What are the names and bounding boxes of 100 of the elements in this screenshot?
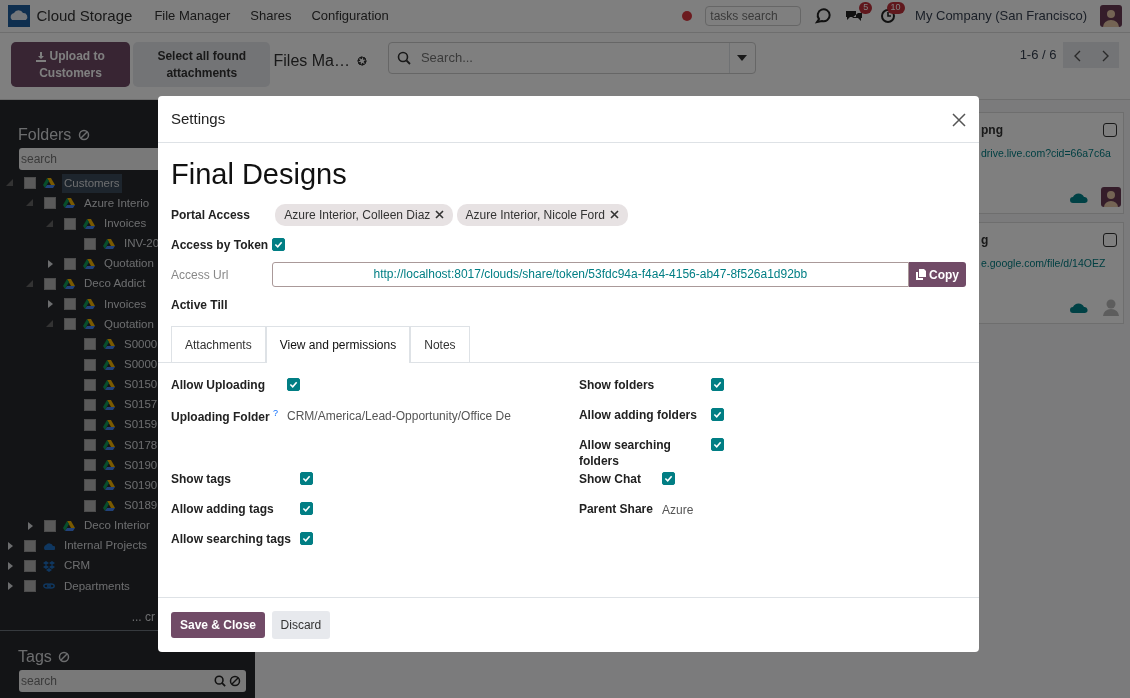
checkbox[interactable] [24, 580, 36, 593]
checkbox[interactable] [84, 378, 96, 391]
checkbox[interactable] [300, 471, 314, 485]
folder-item[interactable]: CRM [62, 556, 93, 576]
caret-icon [737, 55, 748, 61]
app-logo[interactable] [8, 5, 30, 27]
folder-item[interactable]: S0189 [122, 495, 160, 516]
checkbox[interactable] [84, 237, 96, 250]
checkbox[interactable] [710, 378, 724, 392]
field-label: Access by Token [171, 236, 270, 254]
tab[interactable]: Attachments [171, 326, 266, 364]
folder-item[interactable]: S0000 [122, 334, 160, 355]
chat-icon[interactable] [814, 7, 833, 25]
checkbox[interactable] [84, 419, 96, 431]
folder-item[interactable]: Invoices [102, 294, 149, 314]
remove-icon[interactable] [435, 210, 445, 220]
field-value: CRM/America/Lead-Opportunity/Office De [287, 409, 511, 424]
checkbox[interactable] [1103, 123, 1117, 137]
menu-item[interactable]: File Manager [144, 6, 241, 26]
checkbox[interactable] [272, 238, 285, 252]
folder-item[interactable]: INV-20 [122, 234, 162, 254]
folder-item[interactable]: Quotation [102, 254, 156, 274]
url-field[interactable]: http://localhost:8017/clouds/share/token/53fdc94a-f4a4-4156-ab47-8f526a1d92bb [272, 262, 909, 288]
pager-value: 1-6 / 6 [1019, 46, 1057, 65]
remove-icon[interactable] [609, 210, 619, 220]
checkbox[interactable] [300, 531, 314, 545]
field-label: Uploading Folder [171, 410, 270, 425]
next-button[interactable] [1091, 42, 1119, 68]
folder-item[interactable]: S0159 [122, 415, 160, 435]
folder-item[interactable]: Deco Addict [82, 274, 148, 294]
checkbox[interactable] [24, 560, 36, 572]
discard-button[interactable]: Discard [271, 611, 331, 639]
checkbox[interactable] [24, 177, 36, 190]
checkbox[interactable] [84, 499, 96, 512]
file-url[interactable]: drive.live.com?cid=66a7c6a [981, 145, 1121, 162]
copy-button[interactable]: Copy [908, 262, 966, 288]
prev-button[interactable] [1063, 42, 1091, 68]
checkbox[interactable] [287, 378, 301, 392]
search-input[interactable]: search [21, 672, 214, 691]
show-more-link[interactable]: ... cr [131, 610, 155, 625]
checkbox[interactable] [84, 398, 96, 411]
tab[interactable]: Notes [410, 326, 470, 364]
menu-item[interactable]: Configuration [301, 6, 399, 26]
clear-icon[interactable] [229, 675, 241, 688]
user-avatar[interactable] [1100, 5, 1122, 27]
folder-item[interactable]: Azure Interio [82, 193, 152, 214]
tasks-search-field[interactable]: tasks search [705, 6, 802, 26]
folder-item[interactable]: S0190 [122, 455, 160, 475]
checkbox[interactable] [1103, 233, 1117, 247]
folder-item[interactable]: S0190 [122, 475, 160, 496]
search-field[interactable]: Search... [387, 42, 756, 74]
search-field[interactable]: search [19, 670, 246, 693]
record-dot[interactable] [682, 11, 693, 21]
checkbox[interactable] [24, 539, 36, 552]
checkbox[interactable] [84, 439, 96, 452]
save-button[interactable]: Save & Close [171, 611, 266, 639]
help-mark[interactable]: ? [273, 408, 279, 419]
folder-item[interactable]: Internal Projects [62, 536, 150, 556]
field-label: Portal Access [171, 206, 251, 224]
checkbox[interactable] [710, 408, 724, 422]
checkbox[interactable] [84, 338, 96, 351]
folder-item[interactable]: S0157 [122, 395, 160, 415]
checkbox[interactable] [64, 318, 76, 331]
select-all-button[interactable]: Select all found attachments [133, 42, 271, 87]
menu-item[interactable]: Shares [240, 6, 302, 26]
checkbox[interactable] [300, 501, 314, 515]
checkbox[interactable] [64, 298, 76, 311]
partner-tag[interactable]: Azure Interior, Nicole Ford [456, 203, 628, 226]
checkbox[interactable] [44, 519, 56, 532]
tab[interactable]: View and permissions [265, 326, 411, 364]
checkbox[interactable] [44, 197, 56, 210]
checkbox[interactable] [64, 257, 76, 270]
file-url[interactable]: e.google.com/file/d/14OEZ [981, 255, 1121, 272]
clock-icon[interactable] [879, 8, 896, 24]
checkbox[interactable] [84, 358, 96, 371]
checkbox[interactable] [84, 459, 96, 472]
upload-button[interactable]: Upload to Customers [11, 42, 130, 87]
search-icon [396, 51, 411, 65]
folder-item[interactable]: S0150 [122, 375, 160, 395]
folder-item[interactable]: Invoices [102, 213, 149, 234]
folder-item[interactable]: S0000 [122, 354, 160, 375]
folder-item[interactable]: Customers [62, 173, 122, 193]
folder-item[interactable]: Departments [62, 576, 132, 596]
checkbox[interactable] [661, 471, 675, 485]
checkbox[interactable] [710, 438, 724, 452]
settings-icon[interactable] [356, 54, 369, 67]
field-label: Show Chat [578, 470, 642, 487]
search-icon[interactable] [214, 675, 226, 688]
partner-tag[interactable]: Azure Interior, Colleen Diaz [275, 203, 454, 226]
folder-item[interactable]: Deco Interior [82, 516, 152, 536]
checkbox[interactable] [84, 479, 96, 492]
cloud-icon [1070, 191, 1088, 203]
field-label: Access Url [171, 266, 230, 284]
company-name[interactable]: My Company (San Francisco) [915, 6, 1087, 26]
app-name[interactable]: Cloud Storage [36, 4, 133, 28]
folder-item[interactable]: S0178 [122, 435, 160, 455]
notification-badge: 10 [886, 2, 905, 14]
checkbox[interactable] [64, 217, 76, 230]
checkbox[interactable] [44, 278, 56, 290]
folder-item[interactable]: Quotation [102, 314, 156, 334]
